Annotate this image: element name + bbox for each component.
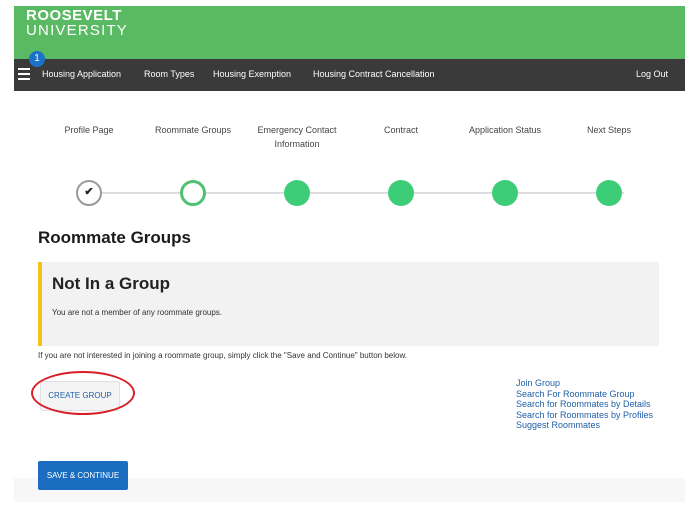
step-label-emergency-contact[interactable]: Emergency Contact Information xyxy=(242,123,352,151)
progress-track xyxy=(89,192,624,194)
suggest-roommates-link[interactable]: Suggest Roommates xyxy=(516,420,653,431)
page: ROOSEVELT UNIVERSITY 1 Housing Applicati… xyxy=(14,6,685,508)
nav-log-out[interactable]: Log Out xyxy=(636,69,668,79)
join-group-link[interactable]: Join Group xyxy=(516,378,653,389)
nav-housing-application[interactable]: Housing Application xyxy=(42,69,121,79)
step-indicator[interactable] xyxy=(284,180,310,206)
step-label-contract[interactable]: Contract xyxy=(346,123,456,137)
nav-room-types[interactable]: Room Types xyxy=(144,69,194,79)
nav-housing-contract-cancellation[interactable]: Housing Contract Cancellation xyxy=(313,69,435,79)
step-current-indicator[interactable] xyxy=(180,180,206,206)
step-indicator[interactable] xyxy=(388,180,414,206)
main-nav: Housing Application Room Types Housing E… xyxy=(14,59,685,91)
save-continue-button[interactable]: SAVE & CONTINUE xyxy=(38,461,128,490)
nav-housing-exemption[interactable]: Housing Exemption xyxy=(213,69,291,79)
step-done-checkmark-icon[interactable]: ✔ xyxy=(76,180,102,206)
site-header: ROOSEVELT UNIVERSITY xyxy=(14,6,685,59)
search-roommates-profiles-link[interactable]: Search for Roommates by Profiles xyxy=(516,410,653,421)
step-label-next-steps[interactable]: Next Steps xyxy=(554,123,664,137)
hamburger-menu-icon[interactable] xyxy=(18,68,30,80)
page-title: Roommate Groups xyxy=(38,228,192,247)
brand-name-line2: UNIVERSITY xyxy=(26,22,129,39)
highlight-circle-annotation xyxy=(31,371,135,415)
search-roommate-group-link[interactable]: Search For Roommate Group xyxy=(516,389,653,400)
step-label-application-status[interactable]: Application Status xyxy=(450,123,560,137)
step-label-roommate-groups[interactable]: Roommate Groups xyxy=(138,123,248,137)
search-roommates-details-link[interactable]: Search for Roommates by Details xyxy=(516,399,653,410)
step-indicator[interactable] xyxy=(492,180,518,206)
notification-badge[interactable]: 1 xyxy=(29,51,45,67)
step-indicator[interactable] xyxy=(596,180,622,206)
notice-description: You are not a member of any roommate gro… xyxy=(52,308,223,317)
roommate-actions-links: Join Group Search For Roommate Group Sea… xyxy=(516,378,653,431)
group-status-notice: Not In a Group You are not a member of a… xyxy=(38,262,659,346)
notice-title: Not In a Group xyxy=(52,274,171,293)
help-text: If you are not interested in joining a r… xyxy=(38,351,407,360)
step-label-profile-page[interactable]: Profile Page xyxy=(34,123,144,137)
